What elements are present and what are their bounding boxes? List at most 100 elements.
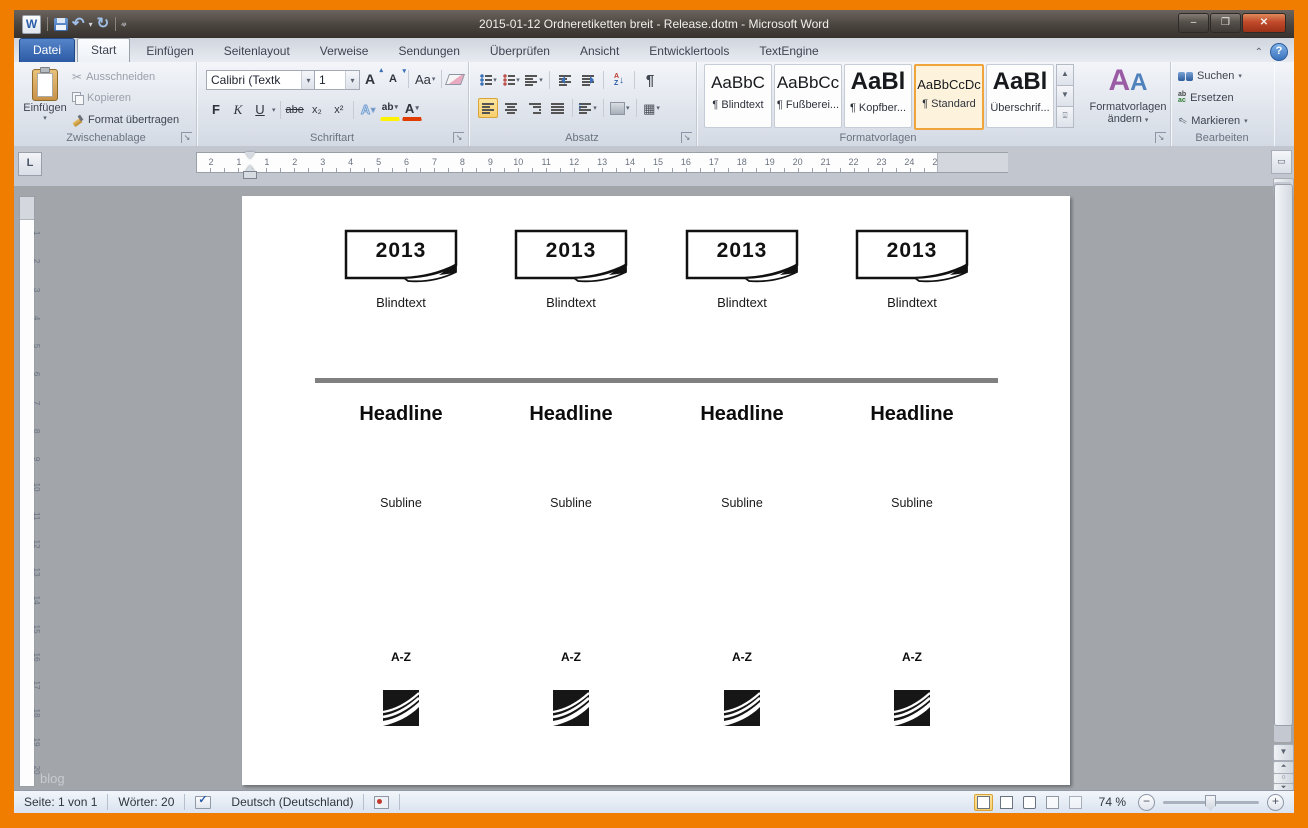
customize-qat-icon[interactable]: ▿̶ bbox=[122, 20, 126, 29]
tab-ansicht[interactable]: Ansicht bbox=[566, 40, 633, 62]
bullets-button[interactable] bbox=[478, 70, 498, 90]
macro-record-status[interactable] bbox=[364, 791, 399, 813]
indent-marker[interactable] bbox=[245, 152, 255, 172]
cut-button[interactable]: ✂ Ausschneiden bbox=[72, 70, 155, 84]
view-draft-button[interactable] bbox=[1066, 794, 1085, 811]
tab-verweise[interactable]: Verweise bbox=[306, 40, 383, 62]
style-kopfbereich[interactable]: AaBl ¶ Kopfber... bbox=[844, 64, 912, 128]
format-painter-button[interactable]: Format übertragen bbox=[72, 114, 179, 126]
document-page[interactable]: 2013 Blindtext 2013 Blindtext bbox=[242, 196, 1070, 785]
spellcheck-status[interactable] bbox=[185, 791, 221, 813]
view-web-layout-button[interactable] bbox=[1020, 794, 1039, 811]
vertical-scrollbar[interactable]: ▲ ▼ ⏶ ○ ⏷ bbox=[1273, 148, 1292, 788]
zoom-slider-thumb[interactable] bbox=[1205, 795, 1216, 811]
redo-icon[interactable]: ↻ bbox=[97, 17, 110, 31]
grow-font-button[interactable]: A bbox=[360, 69, 380, 89]
scrollbar-track[interactable] bbox=[1274, 182, 1291, 742]
tab-ueberpruefen[interactable]: Überprüfen bbox=[476, 40, 564, 62]
paragraph-dialog-launcher[interactable]: ↘ bbox=[681, 132, 692, 143]
word-count-status[interactable]: Wörter: 20 bbox=[108, 791, 184, 813]
highlight-color-button[interactable]: ab bbox=[380, 98, 400, 121]
clear-formatting-icon[interactable] bbox=[445, 74, 465, 85]
justify-button[interactable] bbox=[547, 98, 567, 118]
style-ueberschrift[interactable]: AaBl Überschrif... bbox=[986, 64, 1054, 128]
tab-start[interactable]: Start bbox=[77, 38, 130, 62]
tab-einfuegen[interactable]: Einfügen bbox=[132, 40, 207, 62]
align-center-button[interactable] bbox=[501, 98, 521, 118]
borders-button[interactable]: ▦ bbox=[642, 98, 662, 118]
line-spacing-button[interactable] bbox=[578, 98, 598, 118]
view-outline-button[interactable] bbox=[1043, 794, 1062, 811]
zoom-in-button[interactable]: + bbox=[1267, 794, 1284, 811]
scrollbar-thumb[interactable] bbox=[1274, 184, 1293, 726]
tab-seitenlayout[interactable]: Seitenlayout bbox=[210, 40, 304, 62]
vertical-ruler[interactable]: 1234567891011121314151617181920 bbox=[19, 196, 35, 787]
styles-more-button[interactable]: ⍗ bbox=[1056, 106, 1074, 128]
clipboard-dialog-launcher[interactable]: ↘ bbox=[181, 132, 192, 143]
replace-button[interactable]: abac Ersetzen bbox=[1178, 92, 1234, 104]
close-button[interactable]: ✕ bbox=[1242, 13, 1286, 33]
decrease-indent-button[interactable] bbox=[555, 70, 575, 90]
tab-datei[interactable]: Datei bbox=[19, 38, 75, 62]
page-count-status[interactable]: Seite: 1 von 1 bbox=[14, 791, 107, 813]
multilevel-list-button[interactable] bbox=[524, 70, 544, 90]
increase-indent-button[interactable] bbox=[578, 70, 598, 90]
hanging-indent-marker[interactable] bbox=[243, 171, 257, 179]
font-size-dropdown-icon[interactable]: ▾ bbox=[345, 71, 359, 89]
scroll-down-icon[interactable]: ▼ bbox=[1273, 744, 1294, 761]
style-fussbereich[interactable]: AaBbCc ¶ Fußberei... bbox=[774, 64, 842, 128]
view-fullscreen-reading-button[interactable] bbox=[997, 794, 1016, 811]
restore-button[interactable]: ❐ bbox=[1210, 13, 1241, 33]
paste-dropdown-icon[interactable]: ▾ bbox=[23, 114, 67, 122]
minimize-button[interactable]: – bbox=[1178, 13, 1209, 33]
font-name-dropdown-icon[interactable]: ▾ bbox=[301, 71, 315, 89]
sort-button[interactable]: AZ ↓ bbox=[609, 70, 629, 90]
superscript-button[interactable]: x² bbox=[329, 100, 349, 120]
show-paragraph-marks-button[interactable]: ¶ bbox=[640, 70, 660, 90]
language-status[interactable]: Deutsch (Deutschland) bbox=[221, 791, 363, 813]
styles-dialog-launcher[interactable]: ↘ bbox=[1155, 132, 1166, 143]
tab-textengine[interactable]: TextEngine bbox=[745, 40, 832, 62]
zoom-slider-track[interactable] bbox=[1163, 801, 1259, 804]
numbering-button[interactable] bbox=[501, 70, 521, 90]
style-standard-selected[interactable]: AaBbCcDc ¶ Standard bbox=[914, 64, 984, 130]
tab-sendungen[interactable]: Sendungen bbox=[384, 40, 473, 62]
align-right-button[interactable] bbox=[524, 98, 544, 118]
find-button[interactable]: Suchen ▾ bbox=[1178, 70, 1242, 82]
font-size-combo[interactable]: 1 ▾ bbox=[314, 70, 360, 90]
horizontal-ruler[interactable]: 2112345678910111213141516171819202122232… bbox=[196, 152, 1008, 173]
font-color-button[interactable]: A bbox=[402, 98, 422, 121]
help-icon[interactable]: ? bbox=[1270, 43, 1288, 61]
collapse-ribbon-icon[interactable]: ⌃ bbox=[1255, 47, 1263, 58]
styles-scroll-up-button[interactable]: ▲ bbox=[1056, 64, 1074, 86]
styles-scroll-down-button[interactable]: ▼ bbox=[1056, 85, 1074, 107]
undo-dropdown-icon[interactable]: ▾ bbox=[89, 20, 93, 29]
strikethrough-button[interactable]: abe bbox=[285, 100, 305, 120]
shading-button[interactable] bbox=[609, 98, 631, 118]
font-name-combo[interactable]: Calibri (Textk ▾ bbox=[206, 70, 316, 90]
paste-button[interactable]: Einfügen ▾ bbox=[22, 66, 68, 130]
next-page-button[interactable]: ⏷ bbox=[1273, 783, 1294, 790]
align-left-button[interactable] bbox=[478, 98, 498, 118]
tab-entwicklertools[interactable]: Entwicklertools bbox=[635, 40, 743, 62]
save-icon[interactable] bbox=[54, 18, 68, 31]
style-blindtext[interactable]: AaBbC ¶ Blindtext bbox=[704, 64, 772, 128]
zoom-level[interactable]: 74 % bbox=[1099, 795, 1126, 809]
bold-button[interactable]: F bbox=[206, 100, 226, 120]
undo-icon[interactable]: ↶ bbox=[72, 17, 85, 31]
underline-dropdown-icon[interactable]: ▾ bbox=[272, 106, 276, 114]
view-print-layout-button[interactable] bbox=[974, 794, 993, 811]
shrink-font-button[interactable]: A bbox=[383, 69, 403, 89]
italic-button[interactable]: K bbox=[228, 100, 248, 120]
zoom-out-button[interactable]: − bbox=[1138, 794, 1155, 811]
change-case-button[interactable]: Aa bbox=[414, 69, 436, 89]
copy-button[interactable]: Kopieren bbox=[72, 92, 131, 104]
subscript-button[interactable]: x₂ bbox=[307, 100, 327, 120]
text-effects-button[interactable]: A bbox=[358, 100, 378, 120]
tab-selector[interactable]: L bbox=[18, 152, 42, 176]
font-dialog-launcher[interactable]: ↘ bbox=[453, 132, 464, 143]
select-button[interactable]: ⇖ Markieren ▾ bbox=[1178, 114, 1248, 127]
word-logo-icon[interactable]: W bbox=[22, 15, 41, 34]
change-styles-button[interactable]: AA Formatvorlagenändern ▾ bbox=[1088, 66, 1168, 125]
underline-button[interactable]: U bbox=[250, 100, 270, 120]
